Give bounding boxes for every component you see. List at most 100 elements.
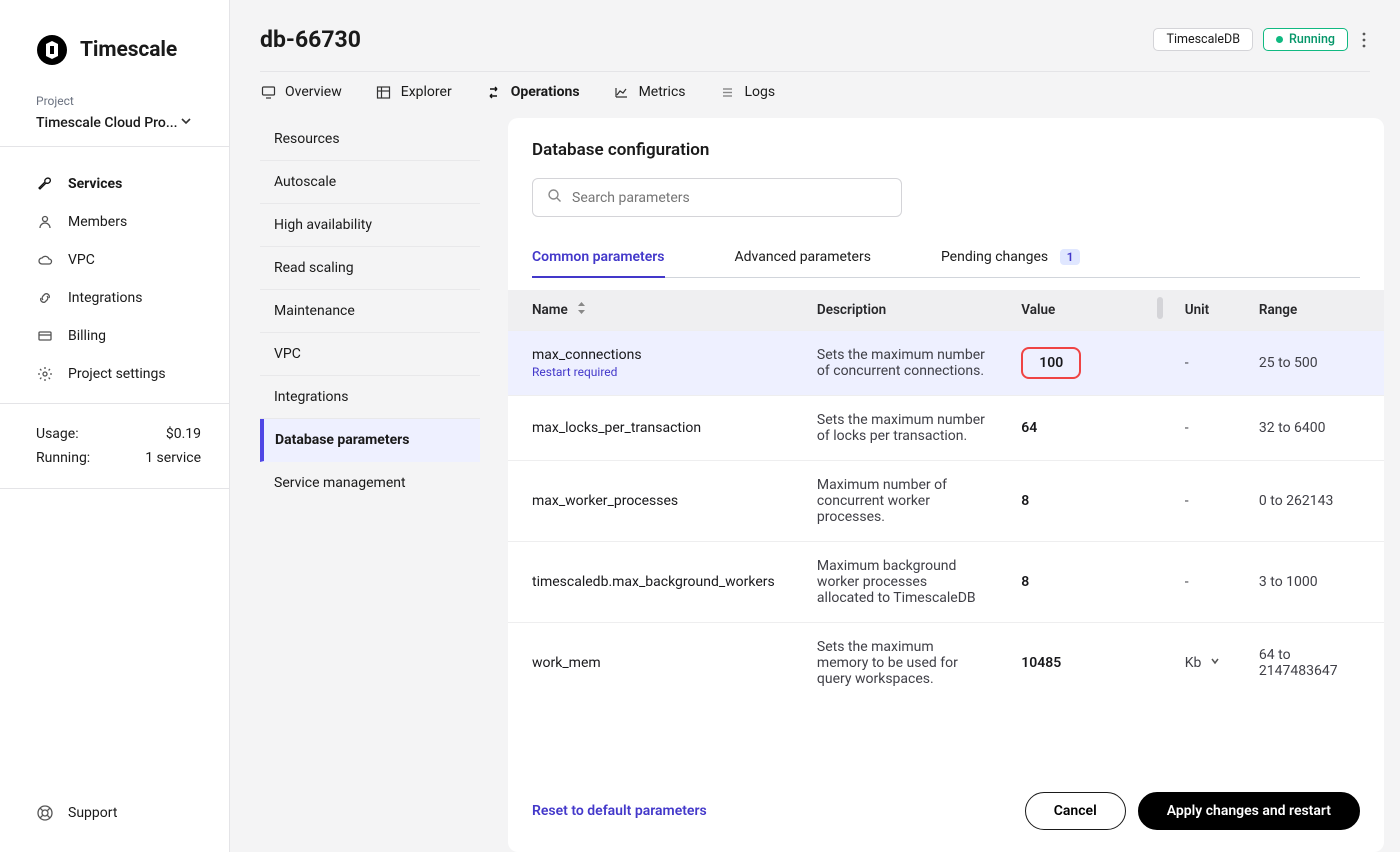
footer-buttons: Cancel Apply changes and restart bbox=[1025, 792, 1360, 830]
db-type-badge: TimescaleDB bbox=[1153, 28, 1253, 51]
th-unit: Unit bbox=[1167, 290, 1241, 331]
subnav-integrations[interactable]: Integrations bbox=[260, 376, 480, 419]
param-tab-advanced[interactable]: Advanced parameters bbox=[735, 237, 871, 277]
cloud-icon bbox=[36, 251, 54, 269]
subnav: Resources Autoscale High availability Re… bbox=[260, 118, 480, 852]
table-body: max_connections Restart required Sets the … bbox=[508, 331, 1384, 704]
subnav-maintenance[interactable]: Maintenance bbox=[260, 290, 480, 333]
unit-text: - bbox=[1185, 493, 1189, 509]
support-label: Support bbox=[68, 805, 117, 821]
tab-explorer[interactable]: Explorer bbox=[376, 84, 452, 100]
subnav-autoscale[interactable]: Autoscale bbox=[260, 161, 480, 204]
cell-range: 3 to 1000 bbox=[1241, 542, 1384, 623]
chevron-down-icon bbox=[179, 114, 193, 132]
cell-value[interactable]: 8 bbox=[1003, 542, 1156, 623]
search-box[interactable] bbox=[532, 178, 902, 217]
cell-name: work_mem bbox=[508, 623, 799, 704]
tab-logs[interactable]: Logs bbox=[720, 84, 776, 100]
tab-overview[interactable]: Overview bbox=[260, 84, 342, 100]
table-row[interactable]: work_memSets the maximum memory to be us… bbox=[508, 623, 1384, 704]
apply-button[interactable]: Apply changes and restart bbox=[1138, 792, 1360, 830]
config-panel: Database configuration Common parameters… bbox=[508, 118, 1384, 852]
unit-text: Kb bbox=[1185, 655, 1202, 671]
sidebar-item-support[interactable]: Support bbox=[0, 804, 229, 852]
subnav-high-availability[interactable]: High availability bbox=[260, 204, 480, 247]
param-value: 64 bbox=[1021, 420, 1037, 436]
usage-label: Usage: bbox=[36, 426, 79, 442]
tab-label: Overview bbox=[285, 84, 342, 100]
panel-footer: Reset to default parameters Cancel Apply… bbox=[508, 776, 1384, 852]
table-row[interactable]: max_worker_processesMaximum number of co… bbox=[508, 461, 1384, 542]
unit-text: - bbox=[1185, 420, 1189, 436]
tab-label: Metrics bbox=[639, 84, 686, 100]
person-icon bbox=[36, 213, 54, 231]
cell-name: max_connections Restart required bbox=[508, 331, 799, 396]
subnav-read-scaling[interactable]: Read scaling bbox=[260, 247, 480, 290]
usage-section: Usage: $0.19 Running: 1 service bbox=[0, 403, 229, 489]
th-name[interactable]: Name bbox=[508, 290, 799, 331]
search-icon bbox=[547, 188, 562, 207]
cell-unit[interactable]: Kb bbox=[1167, 623, 1241, 704]
usage-row: Usage: $0.19 bbox=[36, 422, 201, 446]
cell-value[interactable]: 64 bbox=[1003, 396, 1156, 461]
cell-resize bbox=[1157, 396, 1167, 461]
table-icon bbox=[376, 84, 392, 100]
gear-icon bbox=[36, 365, 54, 383]
table-row[interactable]: timescaledb.max_background_workersMaximu… bbox=[508, 542, 1384, 623]
credit-card-icon bbox=[36, 327, 54, 345]
sidebar-item-services[interactable]: Services bbox=[36, 165, 207, 203]
sidebar-item-vpc[interactable]: VPC bbox=[36, 241, 207, 279]
th-description: Description bbox=[799, 290, 1003, 331]
monitor-icon bbox=[260, 84, 276, 100]
sidebar-item-project-settings[interactable]: Project settings bbox=[36, 355, 207, 393]
drag-handle-icon bbox=[1157, 297, 1163, 319]
unit-text: - bbox=[1185, 355, 1189, 371]
param-name: max_connections bbox=[532, 347, 642, 363]
nav-label: Services bbox=[68, 176, 122, 192]
nav-label: VPC bbox=[68, 252, 95, 268]
tab-operations[interactable]: Operations bbox=[486, 84, 580, 100]
cell-value[interactable]: 100 bbox=[1003, 331, 1156, 396]
cell-unit: - bbox=[1167, 331, 1241, 396]
content-row: Resources Autoscale High availability Re… bbox=[230, 118, 1400, 852]
sidebar: Timescale Project Timescale Cloud Pro...… bbox=[0, 0, 230, 852]
subnav-vpc[interactable]: VPC bbox=[260, 333, 480, 376]
search-input[interactable] bbox=[572, 190, 887, 206]
sidebar-item-integrations[interactable]: Integrations bbox=[36, 279, 207, 317]
cell-value[interactable]: 10485 bbox=[1003, 623, 1156, 704]
cell-value[interactable]: 8 bbox=[1003, 461, 1156, 542]
chart-icon bbox=[614, 84, 630, 100]
param-tab-pending[interactable]: Pending changes 1 bbox=[941, 237, 1081, 277]
more-menu-button[interactable] bbox=[1358, 31, 1370, 49]
cell-name: timescaledb.max_background_workers bbox=[508, 542, 799, 623]
tab-metrics[interactable]: Metrics bbox=[614, 84, 686, 100]
nav-label: Project settings bbox=[68, 366, 166, 382]
subnav-database-parameters[interactable]: Database parameters bbox=[260, 419, 480, 462]
cell-description: Sets the maximum number of locks per tra… bbox=[799, 396, 1003, 461]
th-resize[interactable] bbox=[1157, 290, 1167, 331]
th-value: Value bbox=[1003, 290, 1156, 331]
restart-required-tag: Restart required bbox=[532, 365, 781, 379]
subnav-service-management[interactable]: Service management bbox=[260, 462, 480, 504]
nav-label: Billing bbox=[68, 328, 106, 344]
cell-description: Maximum background worker processes allo… bbox=[799, 542, 1003, 623]
header-top: db-66730 TimescaleDB Running bbox=[260, 26, 1370, 72]
unit-text: - bbox=[1185, 574, 1189, 590]
logs-icon bbox=[720, 84, 736, 100]
cell-name: max_locks_per_transaction bbox=[508, 396, 799, 461]
param-tab-common[interactable]: Common parameters bbox=[532, 237, 665, 277]
operations-icon bbox=[486, 84, 502, 100]
logo-text: Timescale bbox=[80, 38, 177, 62]
sort-icon bbox=[577, 302, 586, 318]
table-row[interactable]: max_connectionsRestart requiredSets the … bbox=[508, 331, 1384, 396]
wrench-icon bbox=[36, 175, 54, 193]
subnav-resources[interactable]: Resources bbox=[260, 118, 480, 161]
param-value: 8 bbox=[1021, 493, 1029, 509]
sidebar-item-billing[interactable]: Billing bbox=[36, 317, 207, 355]
reset-link[interactable]: Reset to default parameters bbox=[532, 803, 707, 819]
param-value: 100 bbox=[1021, 347, 1081, 379]
cancel-button[interactable]: Cancel bbox=[1025, 792, 1126, 830]
project-selector[interactable]: Timescale Cloud Pro... bbox=[36, 114, 193, 132]
table-row[interactable]: max_locks_per_transactionSets the maximu… bbox=[508, 396, 1384, 461]
sidebar-item-members[interactable]: Members bbox=[36, 203, 207, 241]
